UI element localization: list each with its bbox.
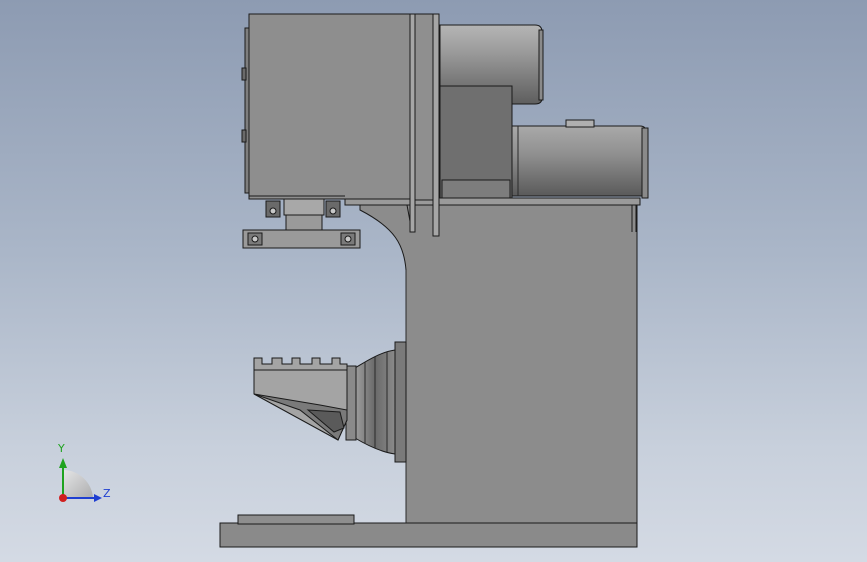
z-arrow-head	[94, 494, 102, 502]
rotary-chuck	[345, 341, 407, 463]
z-axis-label: Z	[103, 487, 111, 500]
y-axis-label: Y	[58, 442, 65, 455]
spindle-clamp	[242, 198, 361, 249]
machine-model[interactable]	[0, 0, 867, 562]
graphics-viewport[interactable]: Y Z	[0, 0, 867, 562]
x-axis-origin	[59, 494, 67, 502]
coordinate-triad[interactable]	[59, 458, 102, 502]
lower-motor	[511, 119, 649, 199]
y-arrow-head	[59, 458, 67, 468]
fixture-block	[253, 357, 348, 441]
triad-quadrant	[63, 469, 93, 498]
